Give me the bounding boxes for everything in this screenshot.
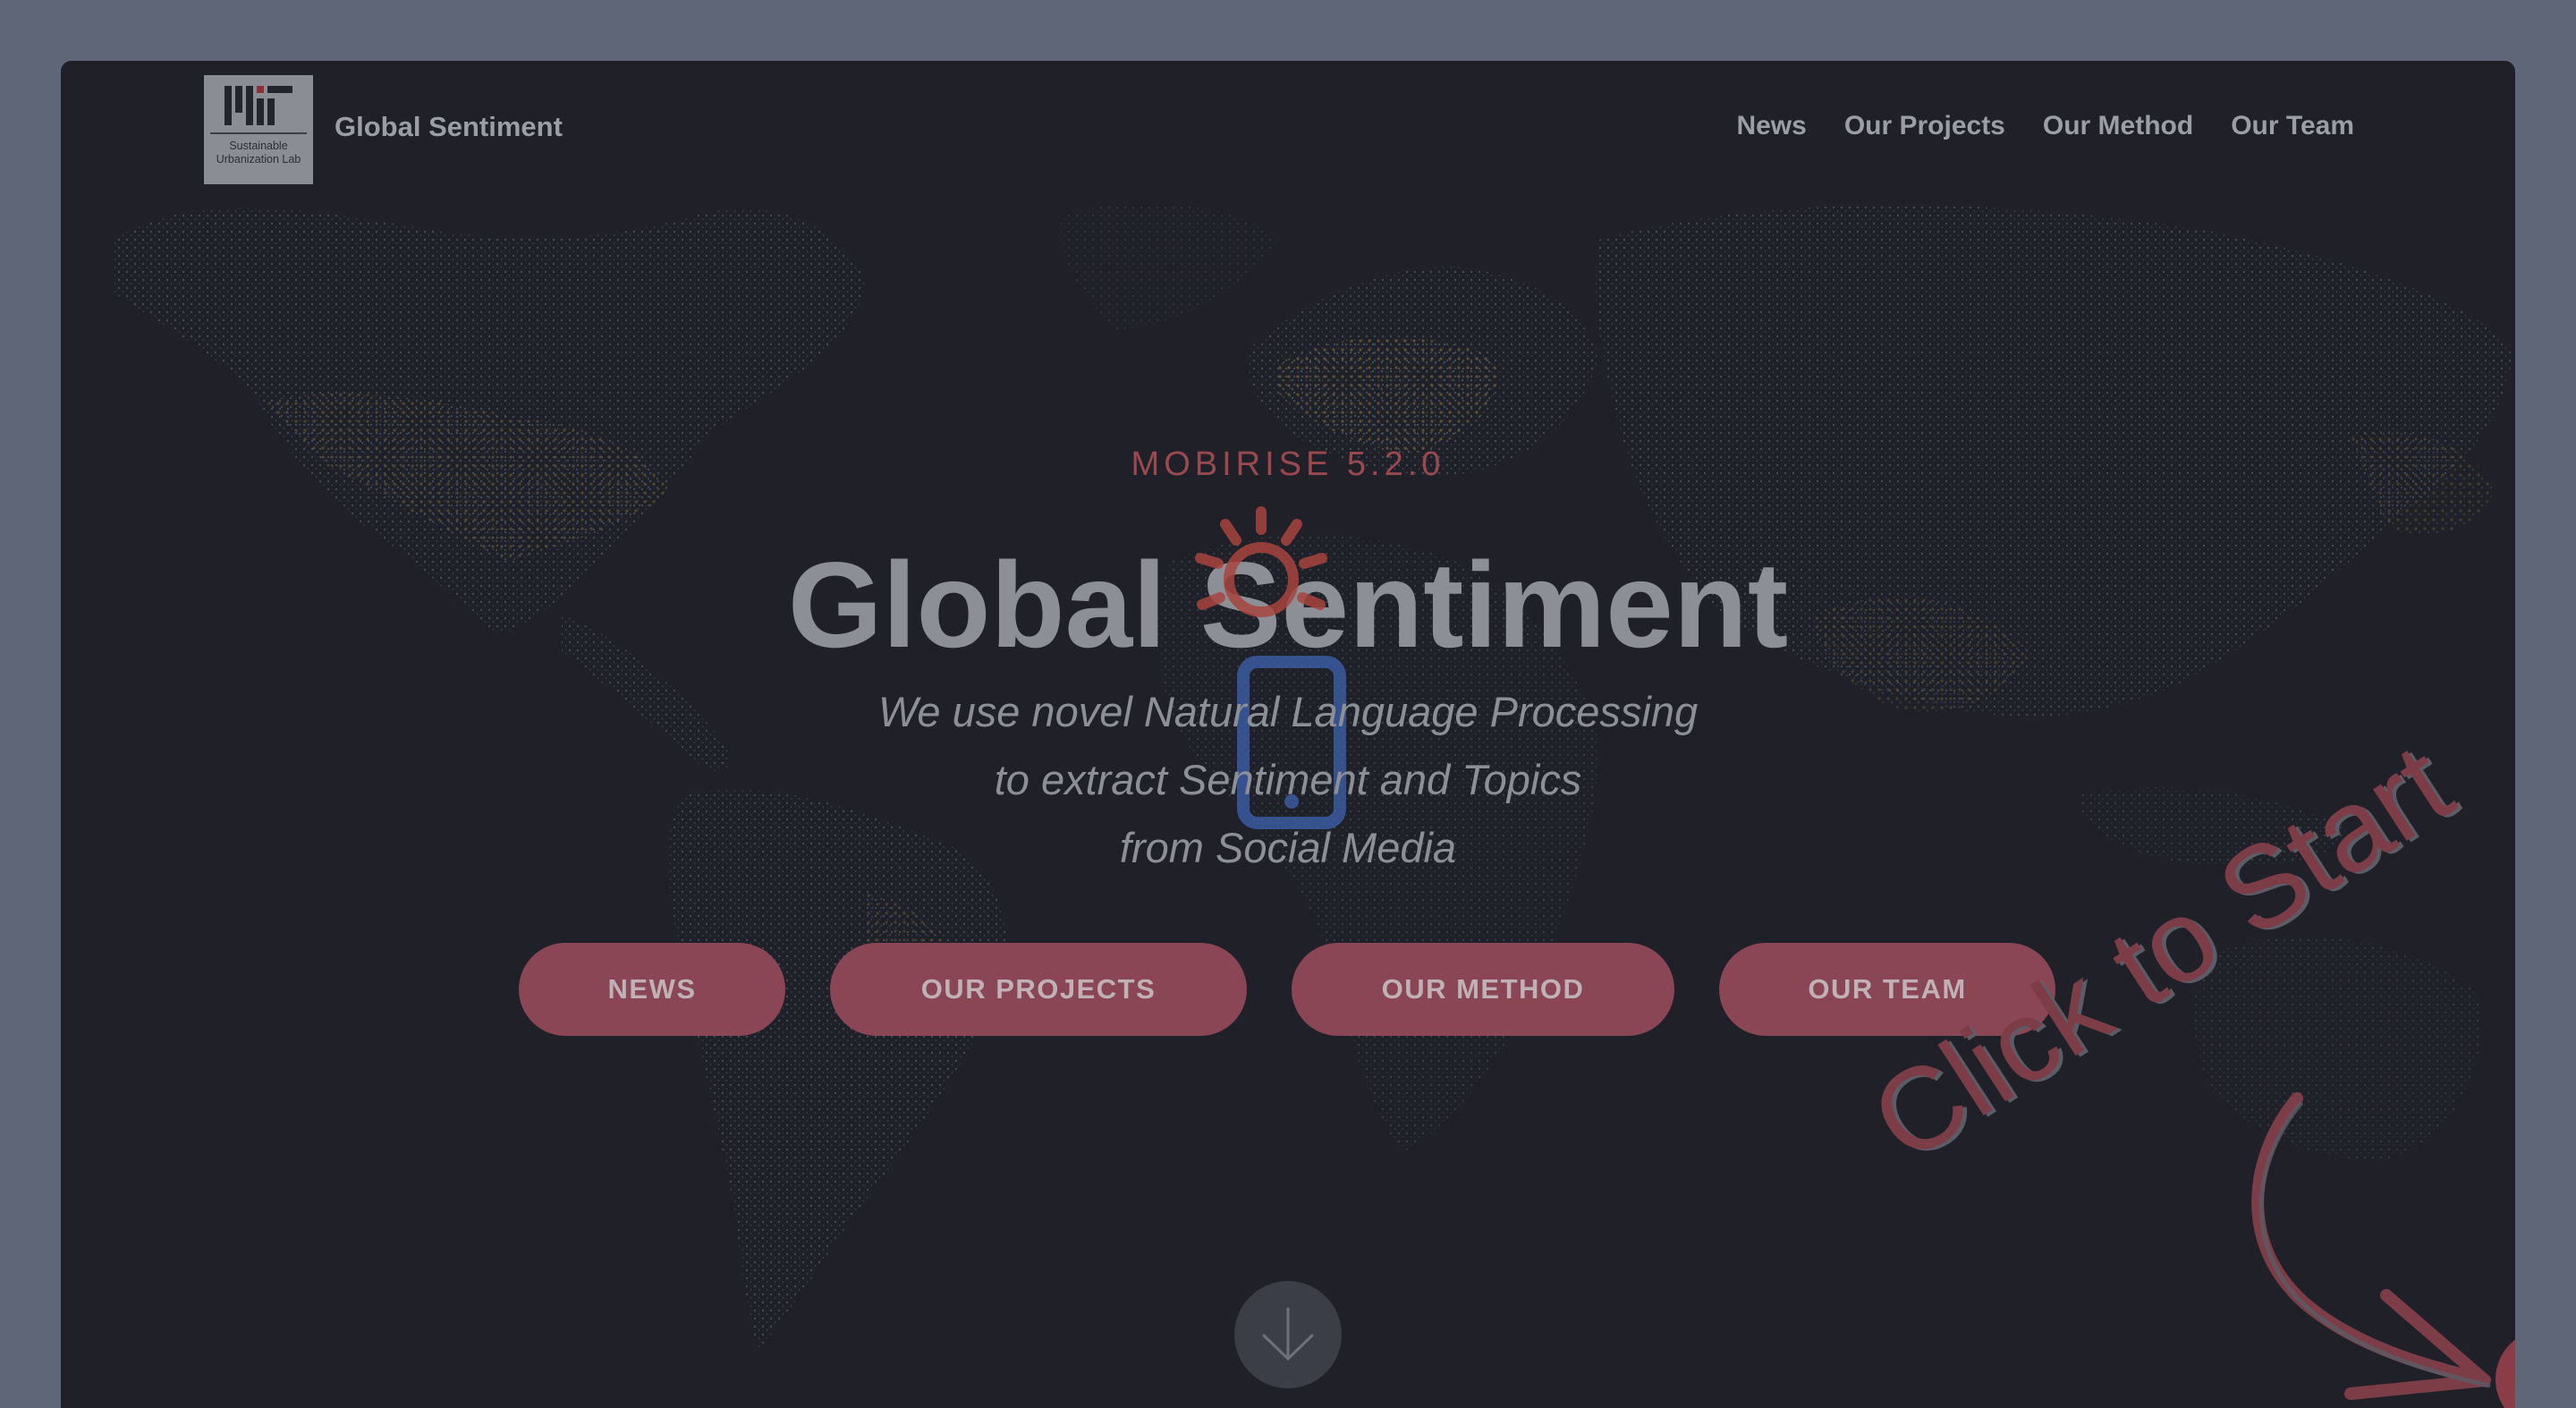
nav-item-our-team[interactable]: Our Team bbox=[2231, 111, 2354, 141]
brand-name[interactable]: Global Sentiment bbox=[335, 111, 563, 143]
logo-subtitle-line: Sustainable bbox=[229, 140, 288, 152]
logo-subtitle-line: Urbanization Lab bbox=[216, 153, 301, 165]
hero-description: We use novel Natural Language Processing… bbox=[61, 678, 2515, 882]
logo-divider bbox=[210, 132, 307, 134]
arrow-down-icon bbox=[1262, 1307, 1314, 1361]
logo-subtitle: Sustainable Urbanization Lab bbox=[216, 140, 301, 166]
brand-logo[interactable]: Sustainable Urbanization Lab bbox=[204, 75, 313, 184]
hero-description-line: We use novel Natural Language Processing bbox=[877, 688, 1699, 735]
hero-description-line: from Social Media bbox=[1119, 824, 1457, 871]
hero-description-line: to extract Sentiment and Topics bbox=[994, 756, 1582, 803]
page-frame: Sustainable Urbanization Lab Global Sent… bbox=[61, 61, 2515, 1408]
nav-menu: News Our Projects Our Method Our Team bbox=[1736, 111, 2354, 141]
scroll-down-button[interactable] bbox=[1234, 1281, 1342, 1388]
news-button[interactable]: NEWS bbox=[519, 943, 785, 1036]
curved-arrow-icon bbox=[2251, 1092, 2491, 1400]
sun-icon bbox=[1195, 506, 1327, 617]
version-badge: MOBIRISE 5.2.0 bbox=[1131, 445, 1445, 483]
mit-logo-icon bbox=[225, 86, 292, 125]
nav-item-our-projects[interactable]: Our Projects bbox=[1844, 111, 2005, 141]
our-method-button[interactable]: OUR METHOD bbox=[1292, 943, 1674, 1036]
nav-item-news[interactable]: News bbox=[1736, 111, 1806, 141]
our-projects-button[interactable]: OUR PROJECTS bbox=[830, 943, 1247, 1036]
nav-item-our-method[interactable]: Our Method bbox=[2043, 111, 2193, 141]
navbar: Sustainable Urbanization Lab Global Sent… bbox=[61, 61, 2515, 195]
